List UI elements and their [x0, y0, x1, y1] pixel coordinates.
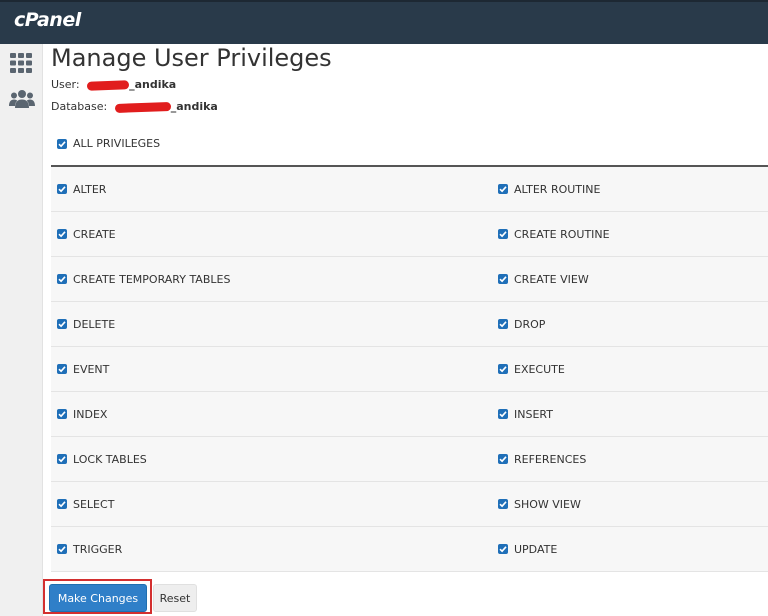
- privilege-checkbox[interactable]: [498, 544, 508, 554]
- privilege-checkbox[interactable]: [498, 319, 508, 329]
- privilege-checkbox[interactable]: [57, 499, 67, 509]
- privilege-row: SELECT SHOW VIEW: [51, 482, 768, 527]
- privilege-trigger[interactable]: TRIGGER: [57, 527, 122, 571]
- privilege-label: CREATE TEMPORARY TABLES: [73, 272, 231, 286]
- privilege-checkbox[interactable]: [57, 184, 67, 194]
- privilege-label: CREATE ROUTINE: [514, 227, 610, 241]
- privilege-create-view[interactable]: CREATE VIEW: [498, 257, 589, 301]
- all-privileges-checkbox[interactable]: [57, 139, 67, 149]
- privilege-checkbox[interactable]: [498, 409, 508, 419]
- apps-grid-icon[interactable]: [9, 51, 33, 75]
- users-icon[interactable]: [9, 88, 35, 112]
- privilege-label: TRIGGER: [73, 542, 123, 556]
- privilege-index[interactable]: INDEX: [57, 392, 107, 436]
- privilege-select[interactable]: SELECT: [57, 482, 114, 526]
- privilege-label: SELECT: [73, 497, 115, 511]
- all-privileges-label: ALL PRIVILEGES: [73, 137, 161, 150]
- privilege-insert[interactable]: INSERT: [498, 392, 553, 436]
- privilege-event[interactable]: EVENT: [57, 347, 109, 391]
- privilege-lock-tables[interactable]: LOCK TABLES: [57, 437, 147, 481]
- privilege-show-view[interactable]: SHOW VIEW: [498, 482, 581, 526]
- privilege-label: REFERENCES: [514, 452, 587, 466]
- privilege-checkbox[interactable]: [498, 454, 508, 464]
- left-sidebar: [0, 44, 43, 616]
- user-value-suffix: _andika: [129, 78, 177, 91]
- privilege-row: CREATE TEMPORARY TABLES CREATE VIEW: [51, 257, 768, 302]
- privilege-checkbox[interactable]: [57, 274, 67, 284]
- privilege-label: DROP: [514, 317, 546, 331]
- top-navigation-bar: cPanel: [0, 0, 768, 44]
- privileges-table: ALTER ALTER ROUTINE CREATE CREATE ROUTINE CR…: [51, 165, 768, 572]
- page-title: Manage User Privileges: [51, 44, 332, 72]
- database-value: _andika: [114, 100, 218, 113]
- all-privileges-checkbox-row[interactable]: ALL PRIVILEGES: [57, 137, 160, 151]
- privilege-execute[interactable]: EXECUTE: [498, 347, 565, 391]
- privilege-row: INDEX INSERT: [51, 392, 768, 437]
- cpanel-logo[interactable]: cPanel: [14, 9, 81, 31]
- privilege-label: INDEX: [73, 407, 108, 421]
- privilege-delete[interactable]: DELETE: [57, 302, 115, 346]
- privilege-row: DELETE DROP: [51, 302, 768, 347]
- privilege-checkbox[interactable]: [498, 184, 508, 194]
- database-label: Database:: [51, 100, 108, 113]
- privilege-references[interactable]: REFERENCES: [498, 437, 586, 481]
- privilege-row: ALTER ALTER ROUTINE: [51, 167, 768, 212]
- redaction-mark: [114, 101, 171, 113]
- privilege-checkbox[interactable]: [57, 544, 67, 554]
- redaction-mark: [86, 79, 130, 91]
- privilege-checkbox[interactable]: [498, 499, 508, 509]
- privilege-label: CREATE: [73, 227, 116, 241]
- user-info: User: _andika: [51, 78, 176, 92]
- privilege-label: UPDATE: [514, 542, 558, 556]
- privilege-create-temporary-tables[interactable]: CREATE TEMPORARY TABLES: [57, 257, 230, 301]
- privilege-label: ALTER ROUTINE: [514, 182, 601, 196]
- privilege-row: EVENT EXECUTE: [51, 347, 768, 392]
- privilege-checkbox[interactable]: [498, 229, 508, 239]
- privilege-create-routine[interactable]: CREATE ROUTINE: [498, 212, 610, 256]
- privilege-row: LOCK TABLES REFERENCES: [51, 437, 768, 482]
- privilege-label: CREATE VIEW: [514, 272, 589, 286]
- top-bar-edge: [0, 0, 768, 2]
- database-info: Database: _andika: [51, 100, 218, 114]
- privilege-alter-routine[interactable]: ALTER ROUTINE: [498, 167, 600, 211]
- privilege-checkbox[interactable]: [498, 364, 508, 374]
- privilege-alter[interactable]: ALTER: [57, 167, 106, 211]
- make-changes-button[interactable]: Make Changes: [49, 584, 147, 612]
- privilege-checkbox[interactable]: [57, 229, 67, 239]
- privilege-label: ALTER: [73, 182, 107, 196]
- privilege-label: LOCK TABLES: [73, 452, 147, 466]
- privilege-checkbox[interactable]: [57, 364, 67, 374]
- privilege-label: EVENT: [73, 362, 110, 376]
- privilege-checkbox[interactable]: [57, 454, 67, 464]
- user-value: _andika: [86, 78, 177, 91]
- privilege-update[interactable]: UPDATE: [498, 527, 557, 571]
- privilege-create[interactable]: CREATE: [57, 212, 116, 256]
- privilege-row: CREATE CREATE ROUTINE: [51, 212, 768, 257]
- reset-button[interactable]: Reset: [153, 584, 197, 612]
- privilege-label: INSERT: [514, 407, 553, 421]
- privilege-label: SHOW VIEW: [514, 497, 581, 511]
- main-content: Manage User Privileges User: _andika Dat…: [51, 44, 768, 616]
- privilege-checkbox[interactable]: [498, 274, 508, 284]
- database-value-suffix: _andika: [170, 100, 218, 113]
- privilege-drop[interactable]: DROP: [498, 302, 545, 346]
- privilege-row: TRIGGER UPDATE: [51, 527, 768, 572]
- privilege-label: EXECUTE: [514, 362, 565, 376]
- privilege-label: DELETE: [73, 317, 116, 331]
- user-label: User:: [51, 78, 80, 91]
- privilege-checkbox[interactable]: [57, 319, 67, 329]
- privilege-checkbox[interactable]: [57, 409, 67, 419]
